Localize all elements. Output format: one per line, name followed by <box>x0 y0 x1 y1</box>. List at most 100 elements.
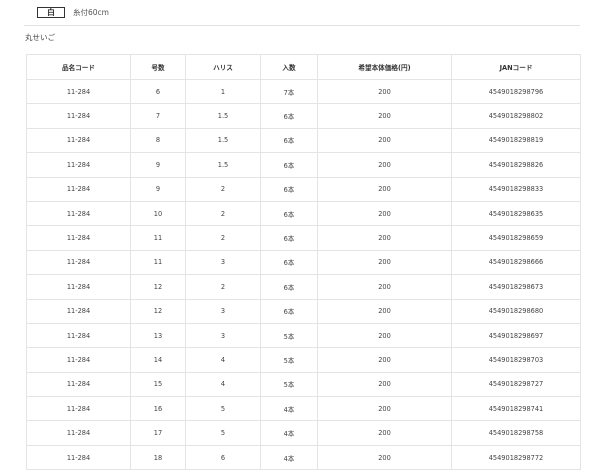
price-cell: 200 <box>317 78 452 105</box>
product-code-cell: 11-284 <box>26 200 131 227</box>
jan-code-cell: 4549018298802 <box>451 103 581 129</box>
table-row: 11-284 8 1.5 6本 200 4549018298819 <box>26 127 581 154</box>
quantity-cell: 6本 <box>260 103 318 129</box>
harisu-cell: 2 <box>185 200 261 227</box>
price-cell: 200 <box>317 176 452 202</box>
size-cell: 9 <box>130 176 186 202</box>
quantity-cell: 6本 <box>260 200 318 227</box>
harisu-cell: 1 <box>185 78 261 105</box>
product-code-cell: 11-284 <box>26 176 131 202</box>
quantity-cell: 6本 <box>260 176 318 202</box>
harisu-cell: 6 <box>185 444 261 471</box>
jan-code-cell: 4549018298833 <box>451 176 581 202</box>
jan-code-cell: 4549018298826 <box>451 152 581 178</box>
spec-row: 白 糸付60cm <box>37 5 109 19</box>
jan-code-cell: 4549018298741 <box>451 396 581 422</box>
col-header-harisu: ハリス <box>185 54 261 80</box>
col-header-price: 希望本体価格(円) <box>317 54 452 80</box>
quantity-cell: 5本 <box>260 347 318 373</box>
section-title: 丸せいご <box>25 33 55 42</box>
harisu-cell: 2 <box>185 176 261 202</box>
price-cell: 200 <box>317 420 452 446</box>
product-code-cell: 11-284 <box>26 322 131 349</box>
table-row: 11-284 9 2 6本 200 4549018298833 <box>26 176 581 202</box>
size-cell: 13 <box>130 322 186 349</box>
col-header-size: 号数 <box>130 54 186 80</box>
product-code-cell: 11-284 <box>26 152 131 178</box>
size-cell: 16 <box>130 396 186 422</box>
table-row: 11-284 14 4 5本 200 4549018298703 <box>26 347 581 373</box>
price-cell: 200 <box>317 298 452 324</box>
harisu-cell: 5 <box>185 396 261 422</box>
harisu-cell: 5 <box>185 420 261 446</box>
jan-code-cell: 4549018298819 <box>451 127 581 154</box>
size-cell: 9 <box>130 152 186 178</box>
table-row: 11-284 13 3 5本 200 4549018298697 <box>26 322 581 349</box>
product-code-cell: 11-284 <box>26 371 131 398</box>
jan-code-cell: 4549018298727 <box>451 371 581 398</box>
product-code-cell: 11-284 <box>26 225 131 251</box>
price-cell: 200 <box>317 249 452 276</box>
jan-code-cell: 4549018298673 <box>451 274 581 300</box>
size-cell: 12 <box>130 298 186 324</box>
table-row: 11-284 11 2 6本 200 4549018298659 <box>26 225 581 251</box>
quantity-cell: 4本 <box>260 444 318 471</box>
product-code-cell: 11-284 <box>26 420 131 446</box>
col-header-quantity: 入数 <box>260 54 318 80</box>
size-cell: 10 <box>130 200 186 227</box>
jan-code-cell: 4549018298680 <box>451 298 581 324</box>
quantity-cell: 7本 <box>260 78 318 105</box>
jan-code-cell: 4549018298635 <box>451 200 581 227</box>
quantity-cell: 6本 <box>260 152 318 178</box>
quantity-cell: 6本 <box>260 127 318 154</box>
size-cell: 12 <box>130 274 186 300</box>
table-row: 11-284 17 5 4本 200 4549018298758 <box>26 420 581 446</box>
product-code-cell: 11-284 <box>26 78 131 105</box>
product-code-cell: 11-284 <box>26 127 131 154</box>
table-row: 11-284 7 1.5 6本 200 4549018298802 <box>26 103 581 129</box>
col-header-product-code: 品名コード <box>26 54 131 80</box>
table-row: 11-284 6 1 7本 200 4549018298796 <box>26 78 581 105</box>
harisu-cell: 3 <box>185 322 261 349</box>
line-length-text: 糸付60cm <box>73 7 109 17</box>
size-cell: 8 <box>130 127 186 154</box>
jan-code-cell: 4549018298703 <box>451 347 581 373</box>
price-cell: 200 <box>317 152 452 178</box>
product-code-cell: 11-284 <box>26 347 131 373</box>
harisu-cell: 4 <box>185 371 261 398</box>
price-cell: 200 <box>317 322 452 349</box>
size-cell: 17 <box>130 420 186 446</box>
quantity-cell: 5本 <box>260 322 318 349</box>
quantity-cell: 4本 <box>260 420 318 446</box>
size-cell: 18 <box>130 444 186 471</box>
color-badge: 白 <box>37 6 65 18</box>
size-cell: 11 <box>130 225 186 251</box>
harisu-cell: 3 <box>185 249 261 276</box>
price-cell: 200 <box>317 347 452 373</box>
jan-code-cell: 4549018298796 <box>451 78 581 105</box>
quantity-cell: 5本 <box>260 371 318 398</box>
price-cell: 200 <box>317 225 452 251</box>
product-spec-table: 品名コード 号数 ハリス 入数 希望本体価格(円) JANコード 11-284 6… <box>26 54 581 471</box>
product-code-cell: 11-284 <box>26 298 131 324</box>
size-cell: 11 <box>130 249 186 276</box>
harisu-cell: 2 <box>185 274 261 300</box>
table-row: 11-284 16 5 4本 200 4549018298741 <box>26 396 581 422</box>
size-cell: 7 <box>130 103 186 129</box>
quantity-cell: 6本 <box>260 298 318 324</box>
quantity-cell: 6本 <box>260 249 318 276</box>
jan-code-cell: 4549018298758 <box>451 420 581 446</box>
quantity-cell: 6本 <box>260 274 318 300</box>
harisu-cell: 2 <box>185 225 261 251</box>
size-cell: 15 <box>130 371 186 398</box>
table-header-row: 品名コード 号数 ハリス 入数 希望本体価格(円) JANコード <box>26 54 581 80</box>
table-row: 11-284 12 3 6本 200 4549018298680 <box>26 298 581 324</box>
price-cell: 200 <box>317 127 452 154</box>
harisu-cell: 1.5 <box>185 103 261 129</box>
product-code-cell: 11-284 <box>26 103 131 129</box>
jan-code-cell: 4549018298666 <box>451 249 581 276</box>
size-cell: 6 <box>130 78 186 105</box>
table-row: 11-284 15 4 5本 200 4549018298727 <box>26 371 581 398</box>
quantity-cell: 4本 <box>260 396 318 422</box>
quantity-cell: 6本 <box>260 225 318 251</box>
